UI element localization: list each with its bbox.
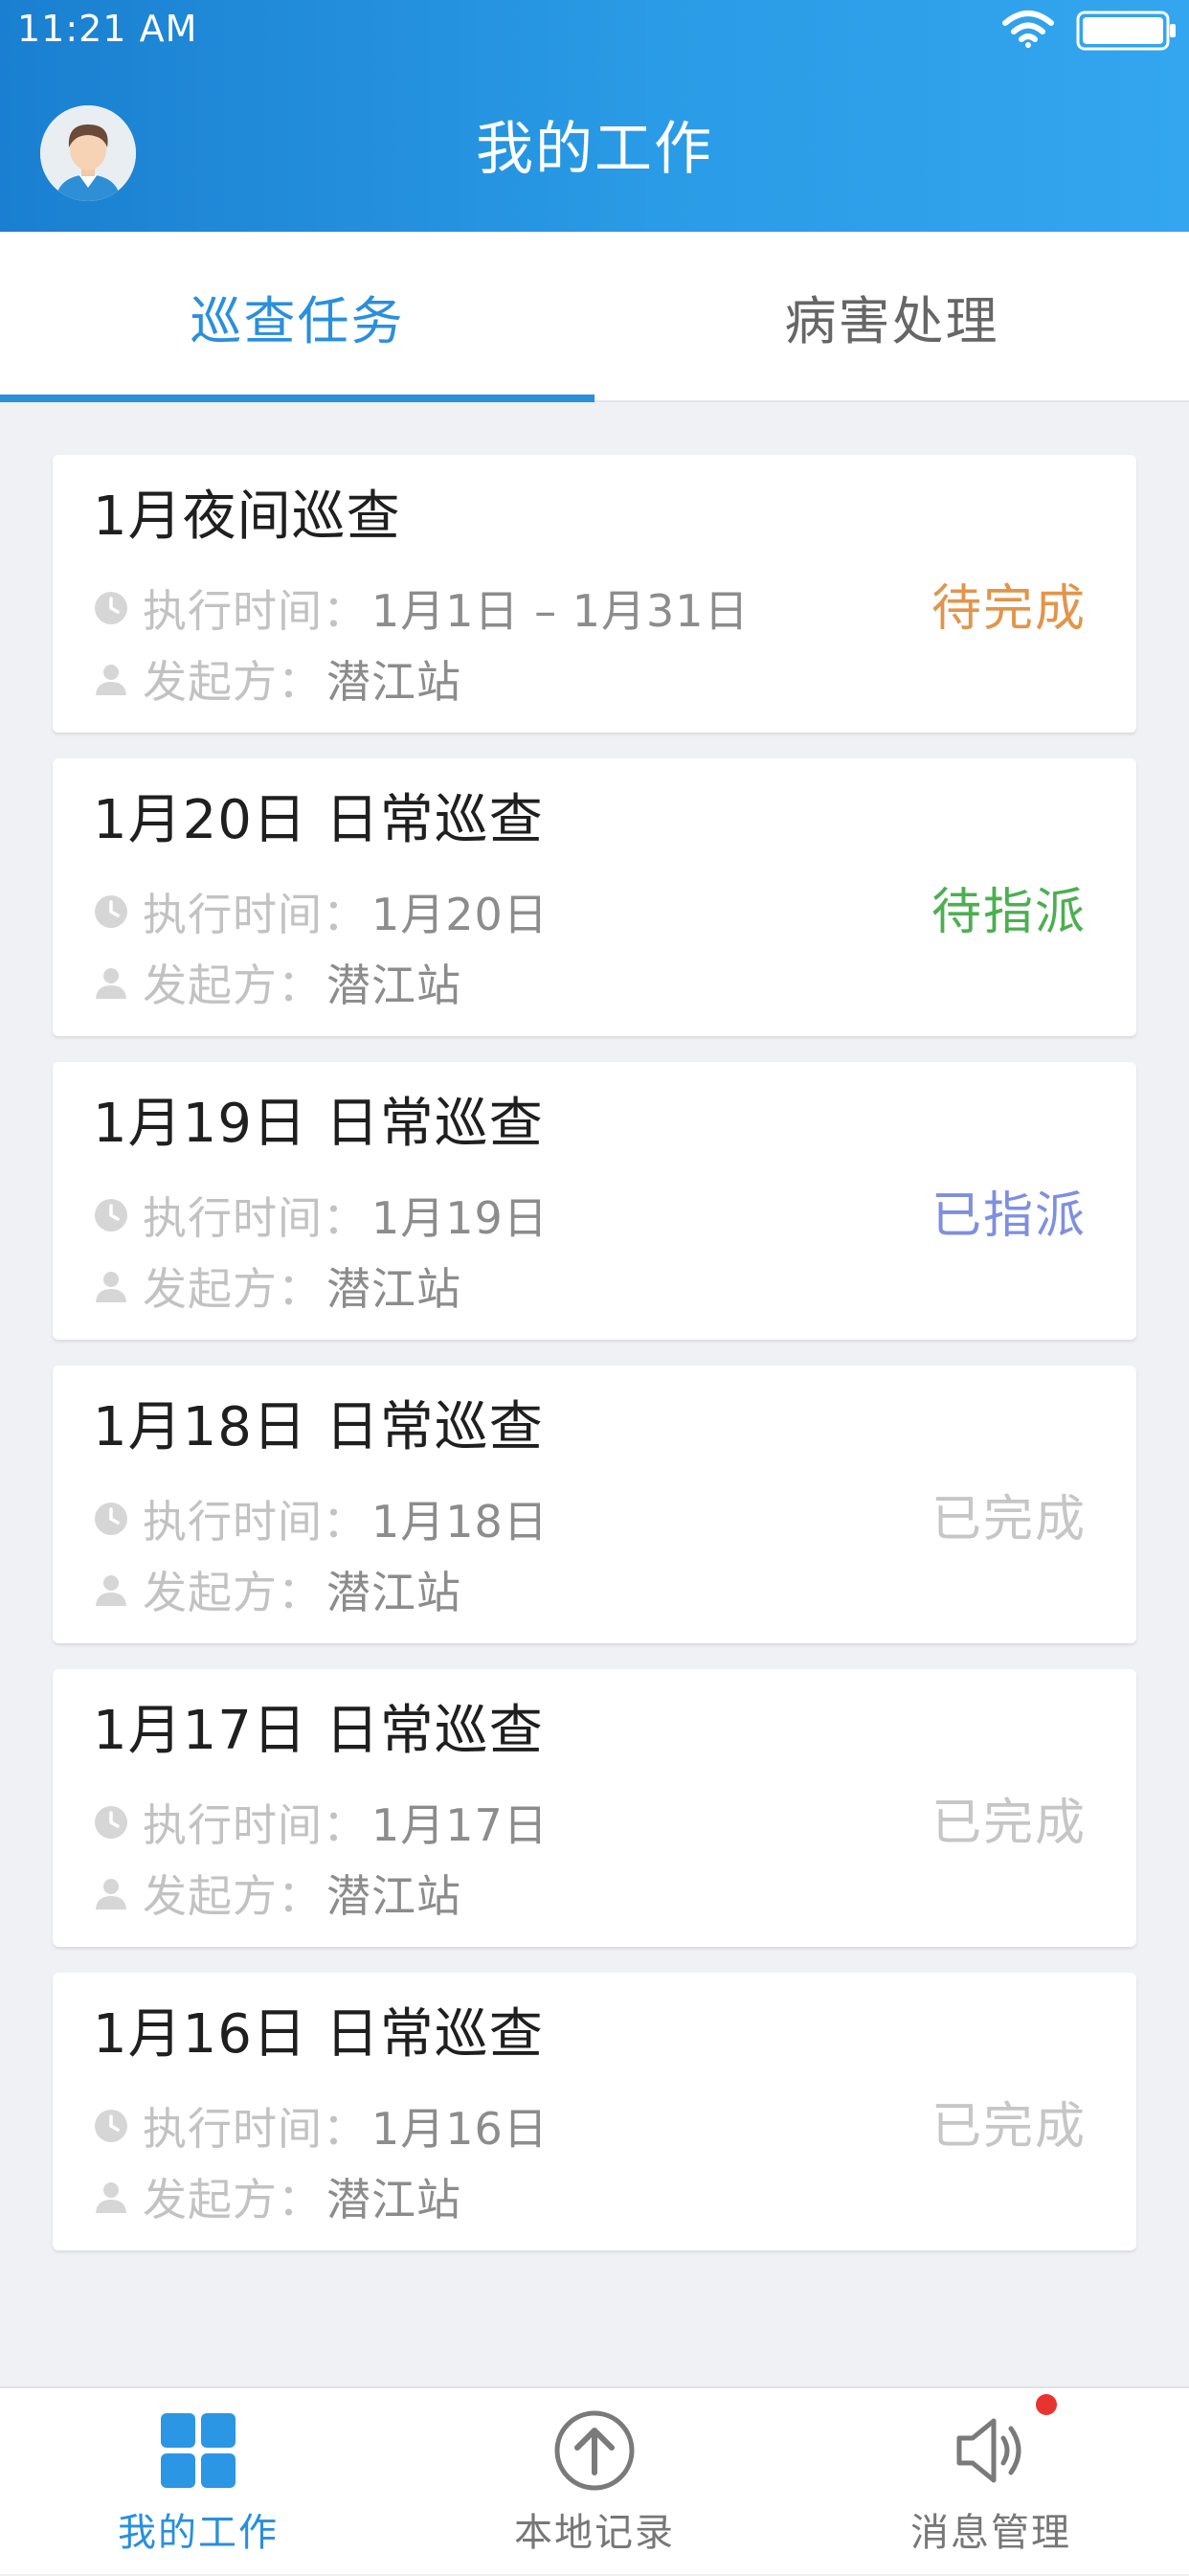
- person-icon: [96, 1272, 126, 1302]
- task-card[interactable]: 1月19日 日常巡查 执行时间： 1月19日 发起方： 潜江站 已指派: [53, 1062, 1136, 1340]
- exec-time-row: 执行时间： 1月17日: [93, 1796, 549, 1851]
- exec-time-label: 执行时间：: [143, 2103, 368, 2155]
- clock-icon: [95, 2110, 127, 2142]
- clock-icon: [95, 895, 127, 928]
- task-card[interactable]: 1月夜间巡查 执行时间： 1月1日 – 1月31日 发起方： 潜江站 待完成: [53, 455, 1136, 733]
- initiator-row: 发起方： 潜江站: [93, 652, 461, 708]
- exec-time-row: 执行时间： 1月18日: [93, 1492, 549, 1548]
- initiator-label: 发起方：: [143, 960, 323, 1011]
- status-badge: 已指派: [931, 1187, 1087, 1245]
- initiator-label: 发起方：: [143, 1263, 323, 1315]
- initiator-label: 发起方：: [143, 1567, 323, 1618]
- person-icon: [96, 1575, 126, 1606]
- app-header: 11:21 AM 我的工作: [0, 0, 1189, 232]
- initiator-row: 发起方： 潜江站: [93, 1866, 461, 1922]
- initiator-row: 发起方： 潜江站: [93, 1563, 461, 1618]
- person-icon: [96, 968, 126, 999]
- exec-time-label: 执行时间：: [143, 1799, 368, 1851]
- task-card[interactable]: 1月18日 日常巡查 执行时间： 1月18日 发起方： 潜江站 已完成: [53, 1366, 1136, 1643]
- task-title: 1月20日 日常巡查: [93, 789, 544, 851]
- task-title: 1月19日 日常巡查: [93, 1093, 544, 1155]
- initiator-label: 发起方：: [143, 2174, 323, 2226]
- exec-time-value: 1月18日: [371, 1496, 549, 1548]
- bottom-nav: 我的工作 本地记录 消息管理: [0, 2386, 1189, 2574]
- exec-time-label: 执行时间：: [143, 1496, 368, 1548]
- status-bar-time: 11:21 AM: [17, 8, 198, 50]
- initiator-value: 潜江站: [326, 1567, 461, 1618]
- task-card[interactable]: 1月17日 日常巡查 执行时间： 1月17日 发起方： 潜江站 已完成: [53, 1669, 1136, 1947]
- initiator-label: 发起方：: [143, 1870, 323, 1922]
- speaker-icon: [956, 2418, 1021, 2483]
- initiator-row: 发起方： 潜江站: [93, 956, 461, 1011]
- person-icon: [96, 2182, 126, 2213]
- exec-time-row: 执行时间： 1月20日: [93, 885, 549, 940]
- exec-time-row: 执行时间： 1月16日: [93, 2099, 549, 2155]
- nav-label: 我的工作: [118, 2511, 279, 2555]
- initiator-value: 潜江站: [326, 960, 461, 1011]
- exec-time-value: 1月20日: [371, 889, 549, 940]
- active-tab-indicator: [0, 395, 594, 402]
- battery-icon: [1076, 11, 1176, 51]
- status-badge: 已完成: [931, 1491, 1087, 1548]
- status-badge: 已完成: [931, 1795, 1087, 1852]
- exec-time-value: 1月1日 – 1月31日: [371, 585, 750, 637]
- tab-defect-handling[interactable]: 病害处理: [594, 232, 1189, 400]
- initiator-value: 潜江站: [326, 2174, 461, 2226]
- status-badge: 已完成: [931, 2098, 1087, 2156]
- task-card[interactable]: 1月20日 日常巡查 执行时间： 1月20日 发起方： 潜江站 待指派: [53, 758, 1136, 1036]
- task-title: 1月17日 日常巡查: [93, 1700, 544, 1762]
- initiator-label: 发起方：: [143, 656, 323, 708]
- initiator-row: 发起方： 潜江站: [93, 1259, 461, 1315]
- exec-time-value: 1月19日: [371, 1192, 549, 1244]
- tab-bar: 巡查任务 病害处理: [0, 232, 1189, 402]
- exec-time-label: 执行时间：: [143, 585, 368, 637]
- exec-time-row: 执行时间： 1月1日 – 1月31日: [93, 581, 750, 637]
- clock-icon: [95, 1806, 127, 1839]
- status-badge: 待指派: [931, 884, 1087, 941]
- initiator-value: 潜江站: [326, 1263, 461, 1315]
- task-card[interactable]: 1月16日 日常巡查 执行时间： 1月16日 发起方： 潜江站 已完成: [53, 1973, 1136, 2250]
- exec-time-label: 执行时间：: [143, 889, 368, 940]
- nav-local-records[interactable]: 本地记录: [396, 2388, 793, 2576]
- nav-label: 本地记录: [514, 2511, 675, 2555]
- clock-icon: [95, 592, 127, 624]
- nav-message-management[interactable]: 消息管理: [793, 2388, 1189, 2576]
- initiator-value: 潜江站: [326, 656, 461, 708]
- task-title: 1月夜间巡查: [93, 486, 401, 548]
- notification-badge: [1036, 2394, 1057, 2415]
- grid-icon: [161, 2413, 236, 2488]
- page-title: 我的工作: [476, 116, 713, 183]
- task-title: 1月18日 日常巡查: [93, 1396, 544, 1458]
- exec-time-label: 执行时间：: [143, 1192, 368, 1244]
- status-badge: 待完成: [931, 580, 1087, 638]
- task-list: 1月夜间巡查 执行时间： 1月1日 – 1月31日 发起方： 潜江站 待完成 1…: [53, 455, 1136, 2276]
- clock-icon: [95, 1503, 127, 1535]
- exec-time-value: 1月17日: [371, 1799, 549, 1851]
- nav-label: 消息管理: [910, 2511, 1071, 2555]
- exec-time-value: 1月16日: [371, 2103, 549, 2155]
- initiator-value: 潜江站: [326, 1870, 461, 1922]
- initiator-row: 发起方： 潜江站: [93, 2170, 461, 2226]
- task-title: 1月16日 日常巡查: [93, 2003, 544, 2066]
- person-icon: [96, 1879, 126, 1909]
- upload-circle-icon: [554, 2410, 635, 2491]
- nav-my-work[interactable]: 我的工作: [0, 2388, 396, 2576]
- exec-time-row: 执行时间： 1月19日: [93, 1188, 549, 1244]
- clock-icon: [95, 1199, 127, 1232]
- person-icon: [96, 665, 126, 695]
- wifi-icon: [1002, 11, 1054, 48]
- tab-patrol-tasks[interactable]: 巡查任务: [0, 232, 594, 400]
